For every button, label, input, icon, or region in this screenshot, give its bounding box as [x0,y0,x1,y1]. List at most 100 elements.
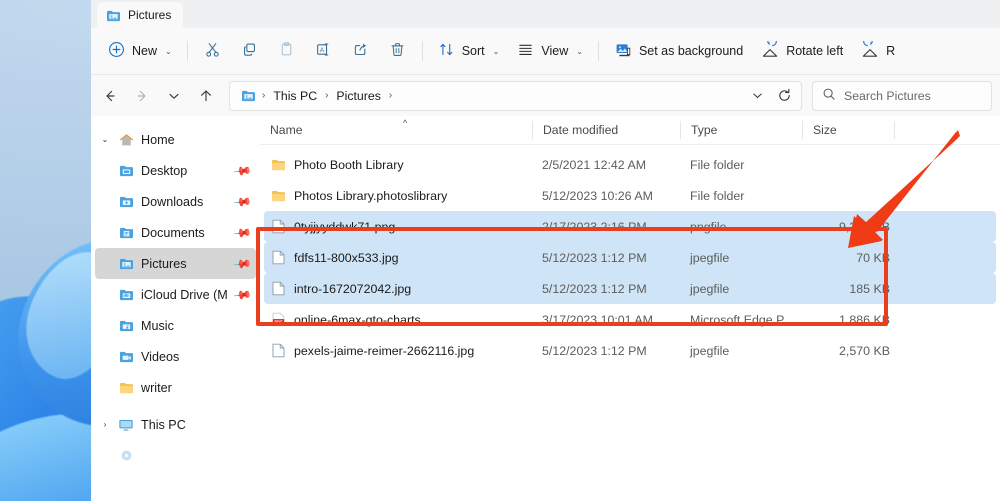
file-date-cell: 5/12/2023 1:12 PM [536,251,684,265]
sort-button-label: Sort [462,45,485,58]
set-as-background-button[interactable]: Set as background [605,35,752,67]
column-header-size[interactable]: Size [802,121,894,139]
tab-strip: Pictures [91,0,1000,28]
column-header-size-label: Size [813,123,837,137]
sidebar-item-music[interactable]: Music [95,310,256,341]
file-name-label: Photos Library.photoslibrary [294,189,447,203]
toolbar-divider [187,41,188,61]
file-name-label: fdfs11-800x533.jpg [294,251,398,265]
sidebar-item-drive-partial[interactable] [95,440,256,471]
sidebar-item-label: writer [137,381,250,395]
pin-icon[interactable]: 📌 [233,192,252,211]
sidebar-item-pictures[interactable]: Pictures 📌 [95,248,256,279]
file-generic-icon [270,219,286,235]
home-icon [115,133,137,147]
table-row[interactable]: 0tyjjyyddwk71.png 2/17/2023 2:16 PM pngf… [264,211,996,242]
folder-desktop-icon [115,164,137,177]
forward-button[interactable] [127,81,157,111]
file-date-cell: 2/17/2023 2:16 PM [536,220,684,234]
delete-button[interactable] [379,35,416,67]
up-button[interactable] [191,81,221,111]
sidebar-item-writer[interactable]: writer [95,372,256,403]
refresh-button[interactable] [771,83,797,109]
file-explorer-window: Pictures New ⌄ [91,0,1000,501]
scissors-icon [204,41,221,61]
paste-icon [278,41,295,61]
chevron-right-icon[interactable]: › [95,420,115,429]
pin-icon[interactable]: 📌 [233,161,252,180]
table-row[interactable]: fdfs11-800x533.jpg 5/12/2023 1:12 PM jpe… [264,242,996,273]
set-as-background-label: Set as background [639,45,743,58]
sidebar-item-documents[interactable]: Documents 📌 [95,217,256,248]
view-button[interactable]: View ⌄ [508,35,592,67]
breadcrumb-this-pc[interactable]: This PC [268,86,322,106]
pin-icon[interactable]: 📌 [233,223,252,242]
file-list-pane: Name ^ Date modified Type Size [260,116,1000,501]
column-header-type[interactable]: Type [680,121,802,139]
tab-pictures[interactable]: Pictures [97,2,183,28]
sidebar-item-label: Music [137,319,250,333]
table-row[interactable]: intro-1672072042.jpg 5/12/2023 1:12 PM j… [264,273,996,304]
sort-button[interactable]: Sort ⌄ [429,35,509,67]
file-name-label: 0tyjjyyddwk71.png [294,220,395,234]
table-row[interactable]: pexels-jaime-reimer-2662116.jpg 5/12/202… [264,335,996,366]
table-row[interactable]: PDF online-6max-gto-charts 3/17/2023 10:… [264,304,996,335]
file-name-cell: PDF online-6max-gto-charts [264,312,536,328]
folder-pictures-icon [106,9,121,22]
sidebar-item-label: iCloud Drive (M [137,288,235,302]
folder-pictures-icon [238,89,259,102]
sidebar-item-label: Videos [137,350,250,364]
drive-icon [115,449,137,462]
search-input[interactable]: Search Pictures [812,81,992,111]
file-size-cell: 70 KB [806,251,898,265]
rotate-right-button[interactable]: R [852,35,904,67]
back-button[interactable] [95,81,125,111]
file-name-cell: fdfs11-800x533.jpg [264,250,536,266]
search-icon [822,87,836,104]
file-date-cell: 3/17/2023 10:01 AM [536,313,684,327]
file-size-cell: 185 KB [806,282,898,296]
table-row[interactable]: Photos Library.photoslibrary 5/12/2023 1… [264,180,996,211]
column-header-spacer [894,121,1000,139]
sidebar-item-desktop[interactable]: Desktop 📌 [95,155,256,186]
sidebar-item-icloud-drive[interactable]: iCloud Drive (M 📌 [95,279,256,310]
view-button-label: View [541,45,568,58]
file-type-cell: jpegfile [684,282,806,296]
cut-button[interactable] [194,35,231,67]
copy-button[interactable] [231,35,268,67]
folder-videos-icon [115,350,137,363]
sidebar-item-label: Desktop [137,164,235,178]
folder-icon [270,157,286,173]
table-row[interactable]: Photo Booth Library 2/5/2021 12:42 AM Fi… [264,149,996,180]
file-generic-icon [270,250,286,266]
set-background-icon [614,41,632,62]
column-header-name[interactable]: Name ^ [260,121,532,139]
pdf-icon: PDF [270,312,286,328]
paste-button[interactable] [268,35,305,67]
sidebar-item-downloads[interactable]: Downloads 📌 [95,186,256,217]
sidebar-item-home[interactable]: ⌄ Home [95,124,256,155]
folder-pictures-icon [115,257,137,270]
pin-icon[interactable]: 📌 [233,254,252,273]
address-history-button[interactable] [744,83,770,109]
pin-icon[interactable]: 📌 [233,285,252,304]
chevron-down-icon: ⌄ [493,47,500,56]
view-lines-icon [517,41,534,61]
rotate-left-button[interactable]: Rotate left [752,35,852,67]
column-header-date-modified[interactable]: Date modified [532,121,680,139]
breadcrumb-bar[interactable]: › This PC › Pictures › [229,81,802,111]
recent-locations-button[interactable] [159,81,189,111]
sidebar-item-videos[interactable]: Videos [95,341,256,372]
chevron-down-icon[interactable]: ⌄ [95,135,115,144]
new-button[interactable]: New ⌄ [99,35,181,67]
share-icon [352,41,369,61]
rename-button[interactable]: A [305,35,342,67]
breadcrumb-pictures[interactable]: Pictures [331,86,385,106]
sort-ascending-icon: ^ [403,118,407,128]
folder-icloud-icon [115,288,137,301]
breadcrumb-separator: › [387,90,394,101]
breadcrumb-separator: › [323,90,330,101]
share-button[interactable] [342,35,379,67]
copy-icon [241,41,258,61]
sidebar-item-this-pc[interactable]: › This PC [95,409,256,440]
